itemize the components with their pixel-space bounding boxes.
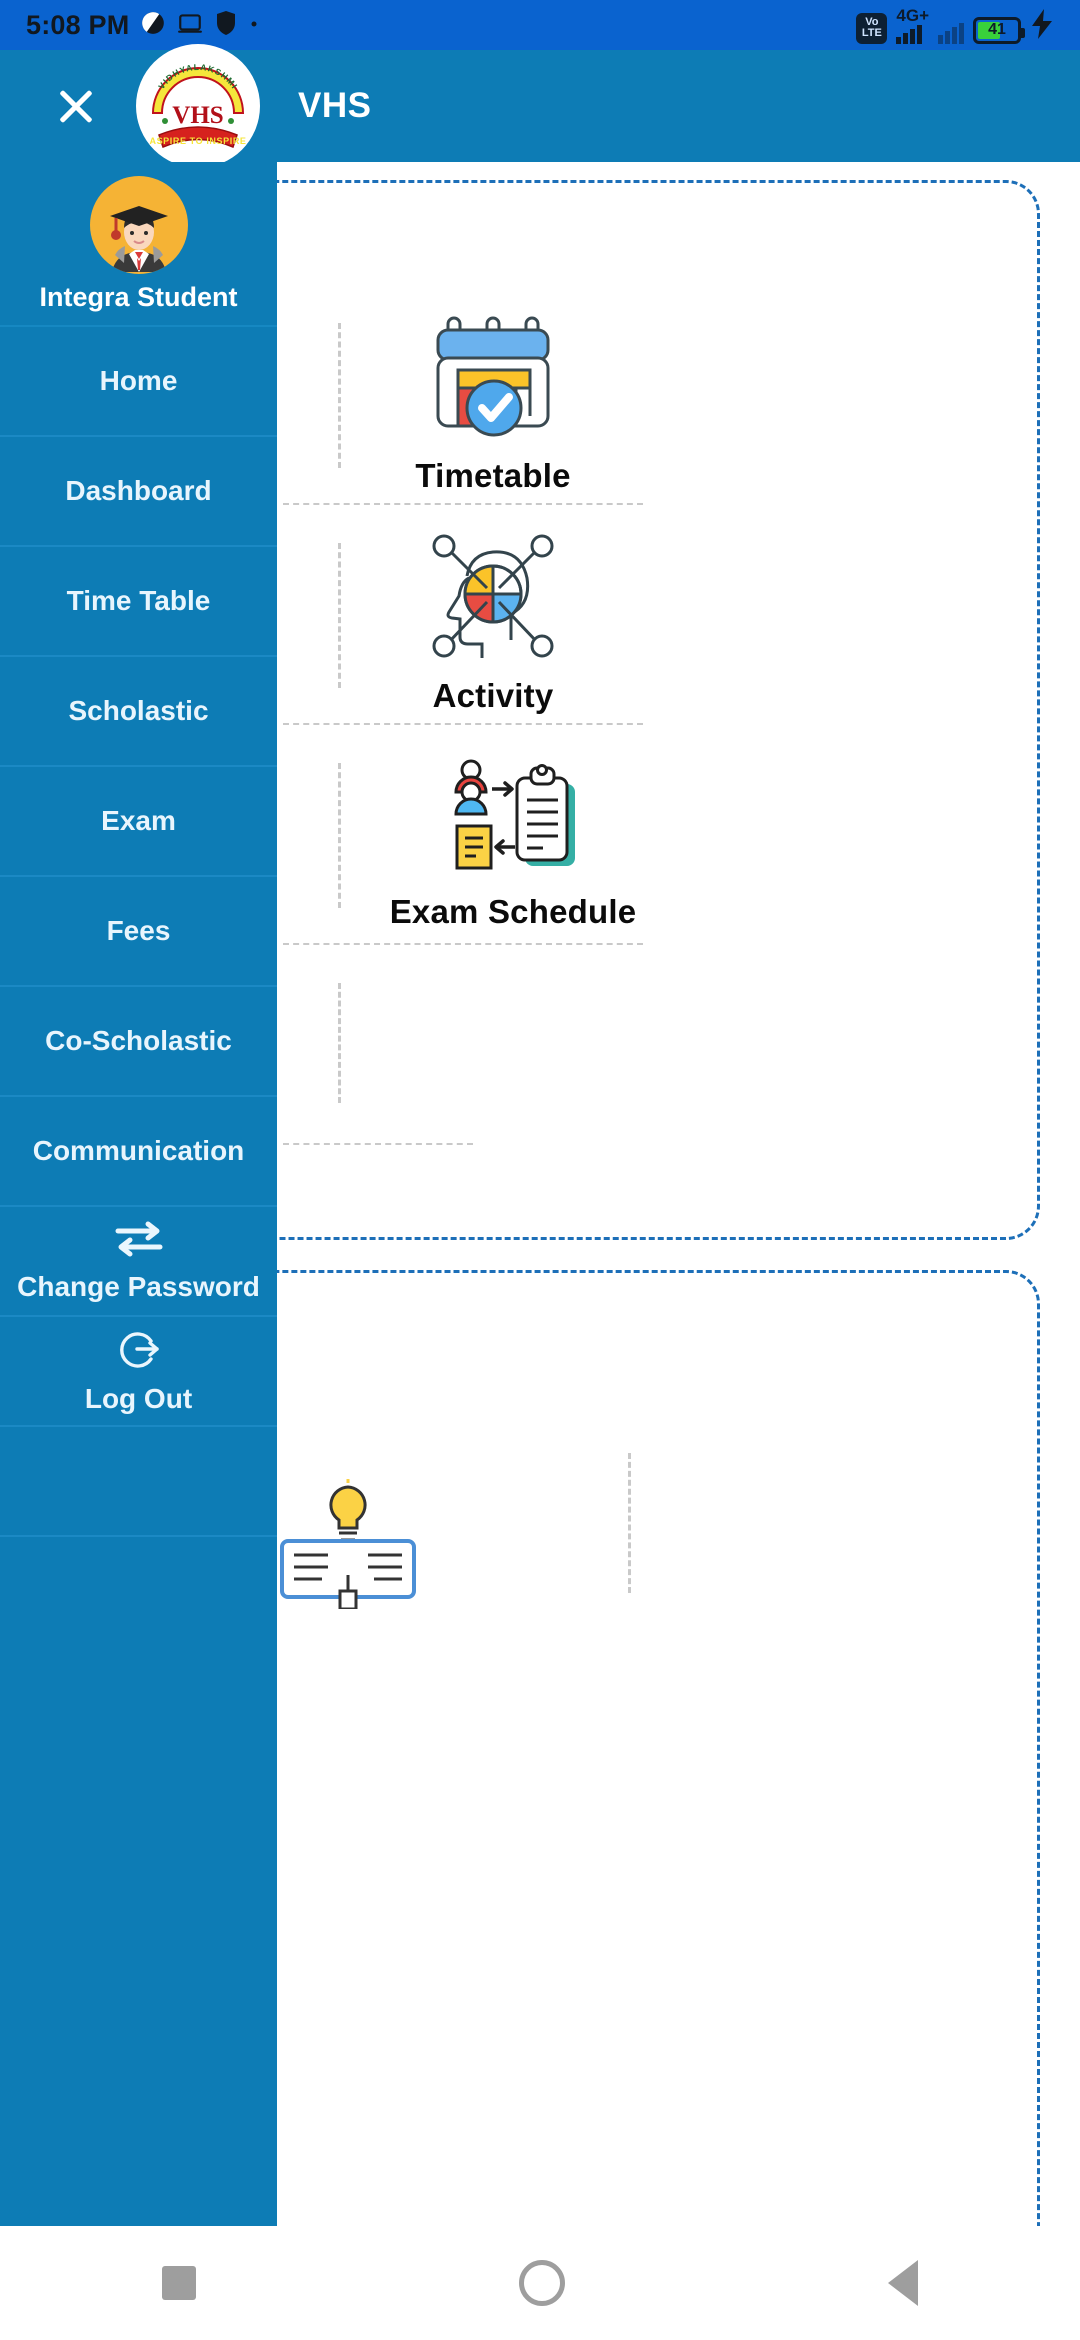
network-type-label: 4G+ [896,5,929,25]
tile-activity-label: Activity [432,676,554,714]
status-bar: 5:08 PM Vo LTE 4G+ 41 [0,0,1080,50]
school-logo-graphic: VIDHYALAKSHMI VHS ASPIRE TO INSPIRE [140,48,256,164]
do-not-disturb-icon [140,10,166,41]
sidebar-item-fees[interactable]: Fees [0,877,277,987]
sidebar-item-spacer [0,1427,277,1537]
system-navigation-bar [0,2226,1080,2340]
close-icon[interactable] [48,78,104,134]
sidebar-item-exam-label: Exam [101,805,176,836]
sidebar-item-scholastic-label: Scholastic [68,695,209,726]
sidebar-item-home-label: Home [99,365,178,396]
signal-strength-icon: 4G+ [896,7,929,44]
column-divider-left-4 [338,983,341,1103]
tile-timetable-label: Timetable [415,456,571,494]
tile-divider-3 [283,943,643,945]
tile-timetable[interactable]: Timetable [348,308,638,498]
sidebar-item-time-table[interactable]: Time Table [0,547,277,657]
svg-text:VHS: VHS [172,102,223,129]
volte-icon: Vo LTE [856,12,888,44]
sidebar-item-change-password-label: Change Password [17,1270,260,1302]
recents-square-button[interactable] [161,2266,196,2300]
dot-icon [249,16,259,34]
sidebar-item-communication[interactable]: Communication [0,1097,277,1207]
drawer-user-name: Integra Student [39,282,238,312]
status-bar-right: Vo LTE 4G+ 41 [856,7,1054,44]
sidebar-item-co-scholastic-label: Co-Scholastic [45,1025,232,1056]
tile-divider-2 [283,723,643,725]
sidebar-item-exam[interactable]: Exam [0,767,277,877]
signal-bars [896,24,923,44]
sidebar-item-log-out[interactable]: Log Out [0,1317,277,1427]
calendar-check-icon [430,312,556,443]
app-bar-title: VHS [298,86,372,125]
shield-icon [214,10,238,41]
sidebar-item-dashboard-label: Dashboard [65,475,212,506]
sidebar-item-scholastic[interactable]: Scholastic [0,657,277,767]
tile-divider-1 [283,503,643,505]
charging-bolt-icon [1030,8,1054,44]
head-brain-chart-icon [427,532,559,663]
tile-exam-schedule[interactable]: Exam Schedule [348,748,678,938]
back-triangle-button[interactable] [888,2260,919,2306]
status-bar-clock: 5:08 PM [26,9,130,40]
clipboard-people-icon [447,756,579,879]
column-divider-left-3 [338,763,341,908]
logout-circle-arrow-icon [115,1327,163,1378]
battery-percent-label: 41 [988,21,1006,38]
book-lightbulb-icon [270,1478,426,1614]
app-bar: VIDHYALAKSHMI VHS ASPIRE TO INSPIRE VHS [0,44,1080,168]
tile-divider-4 [283,1143,473,1145]
sidebar-item-home[interactable]: Home [0,327,277,437]
cast-screen-icon [177,10,203,41]
avatar-graphic [109,206,168,272]
volte-bottom-label: LTE [861,27,882,39]
school-logo: VIDHYALAKSHMI VHS ASPIRE TO INSPIRE [136,44,260,168]
sidebar-item-communication-label: Communication [32,1135,245,1166]
sidebar-item-log-out-label: Log Out [84,1382,193,1414]
sidebar-item-dashboard[interactable]: Dashboard [0,437,277,547]
graduate-student-avatar [89,176,188,274]
sidebar-item-fees-label: Fees [106,915,171,946]
signal-strength-secondary-icon [938,22,964,44]
swap-arrows-icon [112,1219,166,1266]
home-circle-button[interactable] [518,2260,565,2306]
column-divider-left [338,323,341,468]
sidebar-item-change-password[interactable]: Change Password [0,1207,277,1317]
tile-activity[interactable]: Activity [348,528,638,718]
signal-bars-secondary [938,22,964,44]
battery-icon: 41 [973,16,1025,44]
navigation-drawer: Integra Student Home Dashboard Time Tabl… [0,162,277,2226]
svg-text:ASPIRE TO INSPIRE: ASPIRE TO INSPIRE [149,136,246,146]
drawer-profile-header: Integra Student [0,162,277,327]
tile-exam-schedule-label: Exam Schedule [389,892,637,930]
sidebar-item-co-scholastic[interactable]: Co-Scholastic [0,987,277,1097]
status-bar-left: 5:08 PM [26,10,259,41]
sidebar-item-time-table-label: Time Table [66,585,211,616]
column-divider-right [628,1453,631,1593]
column-divider-left-2 [338,543,341,688]
